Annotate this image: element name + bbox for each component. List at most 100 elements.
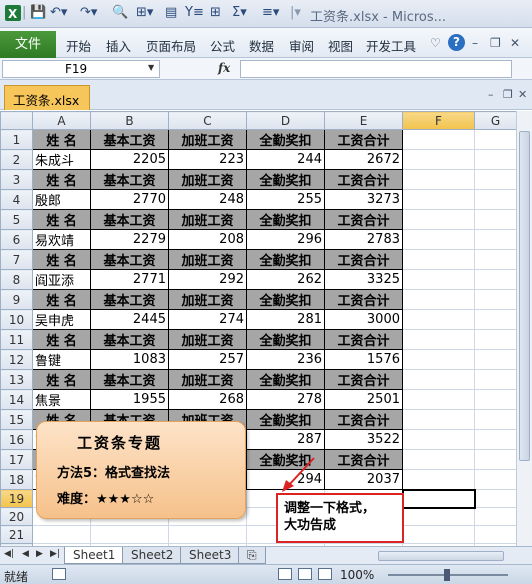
sheet-tab-sheet1[interactable]: Sheet1 [64,547,125,564]
format-icon[interactable]: ⊞▾ [136,5,153,23]
tab-data[interactable]: 数据 [249,36,274,55]
value-cell[interactable]: 2672 [324,149,403,170]
row-header[interactable]: 6 [0,229,33,250]
empty-cell[interactable] [474,409,517,430]
wb-close-icon[interactable]: ✕ [518,88,527,101]
column-header[interactable]: B [90,111,169,130]
header-cell[interactable]: 基本工资 [90,129,169,150]
empty-cell[interactable] [474,329,517,350]
value-cell[interactable]: 281 [246,309,325,330]
header-cell[interactable]: 工资合计 [324,449,403,470]
tab-insert[interactable]: 插入 [106,36,131,55]
wb-restore-icon[interactable]: ❐ [503,88,513,101]
value-cell[interactable]: 2205 [90,149,169,170]
value-cell[interactable]: 2783 [324,229,403,250]
value-cell[interactable]: 278 [246,389,325,410]
empty-cell[interactable] [474,489,517,508]
header-cell[interactable]: 加班工资 [168,369,247,390]
empty-cell[interactable] [474,289,517,310]
empty-cell[interactable] [474,369,517,390]
empty-cell[interactable] [402,409,475,430]
undo-icon[interactable]: ↶▾ [50,5,67,23]
customize-icon[interactable]: |▾ [290,5,301,23]
name-cell[interactable]: 阎亚添 [32,269,91,290]
header-cell[interactable]: 基本工资 [90,369,169,390]
header-cell[interactable]: 基本工资 [90,289,169,310]
empty-cell[interactable] [402,507,475,526]
header-cell[interactable]: 姓 名 [32,169,91,190]
tab-formulas[interactable]: 公式 [210,36,235,55]
name-cell[interactable]: 焦景 [32,389,91,410]
select-all-corner[interactable] [0,111,33,130]
empty-cell[interactable] [402,309,475,330]
row-header[interactable]: 20 [0,507,33,526]
header-cell[interactable]: 全勤奖扣 [246,289,325,310]
new-sheet-icon[interactable]: ⎘ [238,547,266,564]
header-cell[interactable]: 全勤奖扣 [246,409,325,430]
empty-cell[interactable] [402,169,475,190]
header-cell[interactable]: 工资合计 [324,249,403,270]
name-cell[interactable]: 易欢靖 [32,229,91,250]
empty-cell[interactable] [474,229,517,250]
header-cell[interactable]: 全勤奖扣 [246,129,325,150]
value-cell[interactable]: 3325 [324,269,403,290]
close-icon[interactable]: ✕ [510,36,520,50]
value-cell[interactable]: 262 [246,269,325,290]
value-cell[interactable]: 1083 [90,349,169,370]
zoom-level[interactable]: 100% [340,568,374,582]
empty-cell[interactable] [402,369,475,390]
value-cell[interactable]: 287 [246,429,325,450]
row-header[interactable]: 13 [0,369,33,390]
borders-icon[interactable]: ⊞ [210,5,221,23]
value-cell[interactable]: 2770 [90,189,169,210]
empty-cell[interactable] [402,249,475,270]
next-sheet-icon[interactable]: ▶ [36,549,43,559]
empty-cell[interactable] [474,169,517,190]
header-cell[interactable]: 全勤奖扣 [246,329,325,350]
row-header[interactable]: 4 [0,189,33,210]
empty-cell[interactable] [474,309,517,330]
empty-cell[interactable] [402,149,475,170]
row-header[interactable]: 1 [0,129,33,150]
name-cell[interactable]: 殷郎 [32,189,91,210]
empty-cell[interactable] [474,269,517,290]
row-header[interactable]: 15 [0,409,33,430]
name-cell[interactable]: 鲁键 [32,349,91,370]
value-cell[interactable]: 2501 [324,389,403,410]
empty-cell[interactable] [402,189,475,210]
restore-icon[interactable]: ❐ [490,36,501,50]
value-cell[interactable]: 2037 [324,469,403,490]
value-cell[interactable]: 208 [168,229,247,250]
value-cell[interactable]: 244 [246,149,325,170]
value-cell[interactable]: 1955 [90,389,169,410]
tab-review[interactable]: 审阅 [289,36,314,55]
row-header[interactable]: 18 [0,469,33,490]
vertical-scrollbar[interactable] [516,111,532,546]
row-header[interactable]: 17 [0,449,33,470]
workbook-tab[interactable]: 工资条.xlsx [4,85,90,110]
header-cell[interactable]: 工资合计 [324,369,403,390]
align-icon[interactable]: ≡▾ [262,5,279,23]
row-header[interactable]: 10 [0,309,33,330]
name-box[interactable]: F19 [2,60,160,78]
empty-cell[interactable] [474,209,517,230]
value-cell[interactable]: 257 [168,349,247,370]
insert-function-icon[interactable]: fx [218,61,230,75]
macro-record-icon[interactable] [52,568,66,580]
empty-cell[interactable] [402,269,475,290]
value-cell[interactable]: 248 [168,189,247,210]
horizontal-scrollbar-thumb[interactable] [378,551,504,561]
wb-minimize-icon[interactable]: – [488,88,494,101]
header-cell[interactable]: 加班工资 [168,329,247,350]
sum-icon[interactable]: Σ▾ [232,5,247,23]
header-cell[interactable]: 全勤奖扣 [246,169,325,190]
tab-file[interactable]: 文件 [0,31,56,58]
chevron-down-icon[interactable]: ▼ [148,63,154,72]
row-header[interactable]: 8 [0,269,33,290]
header-cell[interactable]: 基本工资 [90,169,169,190]
empty-cell[interactable] [402,329,475,350]
tab-view[interactable]: 视图 [328,36,353,55]
row-header[interactable]: 11 [0,329,33,350]
header-cell[interactable]: 加班工资 [168,169,247,190]
row-header[interactable]: 5 [0,209,33,230]
